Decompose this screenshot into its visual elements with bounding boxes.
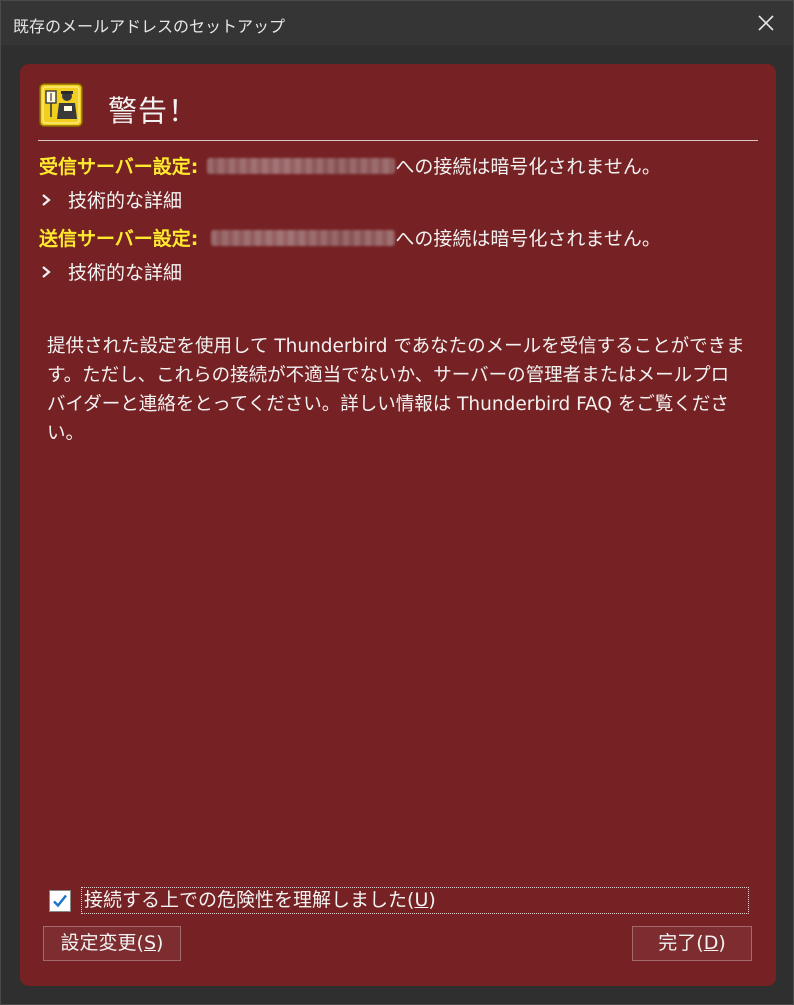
warning-heading: 警告！	[108, 94, 199, 128]
dialog-window: 既存のメールアドレスのセットアップ 警告！ 受信サーバー設定: への接続は暗号化…	[0, 0, 794, 1005]
acknowledge-label-paren-close: )	[428, 889, 436, 911]
done-label: 完了	[658, 932, 697, 954]
change-settings-label: 設定変更	[60, 932, 137, 954]
incoming-server-line: 受信サーバー設定: への接続は暗号化されません。	[39, 152, 661, 179]
outgoing-details-label: 技術的な詳細	[68, 262, 183, 284]
incoming-server-message: への接続は暗号化されません。	[395, 156, 661, 178]
title-bar: 既存のメールアドレスのセットアップ	[1, 1, 793, 45]
chevron-right-icon	[42, 193, 51, 206]
window-title: 既存のメールアドレスのセットアップ	[13, 17, 286, 36]
outgoing-details-toggle[interactable]: 技術的な詳細	[39, 258, 182, 285]
change-settings-button[interactable]: 設定変更(S)	[43, 926, 181, 961]
checkmark-icon	[53, 894, 67, 907]
done-paren-open: (	[696, 932, 704, 954]
warning-security-officer-icon	[39, 83, 83, 127]
done-accesskey: D	[703, 932, 719, 954]
warning-panel: 警告！ 受信サーバー設定: への接続は暗号化されません。 技術的な詳細 送信サー…	[20, 64, 776, 986]
divider	[38, 140, 758, 141]
done-button[interactable]: 完了(D)	[632, 926, 752, 961]
acknowledge-label-text: 接続する上での危険性を理解しました	[84, 889, 408, 911]
incoming-server-label: 受信サーバー設定:	[39, 156, 199, 178]
chevron-right-icon	[42, 265, 51, 278]
incoming-server-host-redacted	[207, 157, 396, 174]
acknowledge-accesskey: U	[414, 889, 429, 911]
warning-explanation: 提供された設定を使用して Thunderbird であなたのメールを受信すること…	[47, 336, 745, 444]
outgoing-server-line: 送信サーバー設定: への接続は暗号化されません。	[39, 224, 661, 251]
outgoing-server-host-redacted	[211, 229, 396, 246]
change-settings-accesskey: S	[143, 932, 157, 954]
incoming-details-label: 技術的な詳細	[68, 190, 183, 212]
outgoing-server-label: 送信サーバー設定:	[39, 228, 199, 250]
close-icon	[758, 15, 774, 31]
acknowledge-label[interactable]: 接続する上での危険性を理解しました(U)	[81, 887, 749, 914]
close-button[interactable]	[753, 10, 779, 36]
change-settings-paren-open: (	[136, 932, 144, 954]
incoming-details-toggle[interactable]: 技術的な詳細	[39, 186, 182, 213]
acknowledge-checkbox[interactable]	[49, 889, 71, 912]
outgoing-server-message: への接続は暗号化されません。	[395, 228, 661, 250]
acknowledge-row: 接続する上での危険性を理解しました(U)	[49, 886, 749, 915]
change-settings-paren-close: )	[156, 932, 164, 954]
done-paren-close: )	[718, 932, 726, 954]
